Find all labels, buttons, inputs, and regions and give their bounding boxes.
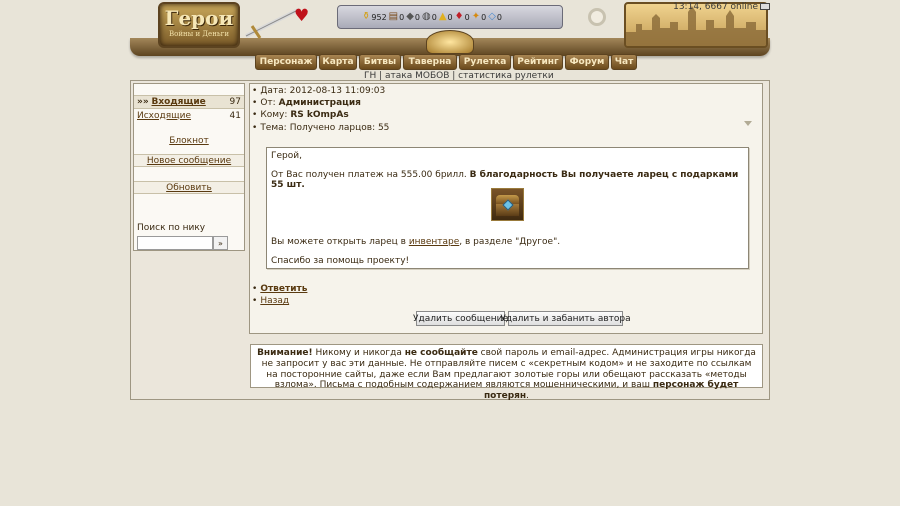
delete-and-ban-button[interactable]: Удалить и забанить автора [500, 311, 631, 326]
gift-chest-icon[interactable] [491, 188, 524, 221]
message-to: • Кому: RS kOmpAs [252, 110, 349, 120]
tab-tavern[interactable]: Таверна [403, 54, 457, 70]
message-line-payment: От Вас получен платеж на 555.00 брилл. В… [271, 170, 739, 190]
security-warning: Внимание! Никому и никогда не сообщайте … [250, 344, 763, 401]
diamond-icon: ◇ [488, 11, 496, 22]
message-from: • От: Администрация [252, 98, 361, 108]
message-greeting: Герой, [271, 151, 302, 161]
collapse-triangle-icon[interactable] [744, 121, 752, 126]
tab-forum[interactable]: Форум [565, 54, 609, 70]
mail-envelope-icon[interactable] [760, 3, 770, 10]
back-link[interactable]: Назад [260, 296, 289, 306]
logo-subtitle: Войны и Деньги [168, 30, 230, 38]
reply-link[interactable]: Ответить [260, 284, 307, 294]
outbox-count: 41 [229, 110, 241, 121]
clock-online-status: 13:14, 6667 online [673, 2, 770, 12]
inbox-count: 97 [229, 97, 241, 107]
message-date: • Дата: 2012-08-13 11:09:03 [252, 86, 386, 96]
new-message-link[interactable]: Новое сообщение [147, 156, 231, 166]
tab-rating[interactable]: Рейтинг [513, 54, 563, 70]
sidebar-item-refresh[interactable]: Обновить [134, 181, 244, 194]
tab-roulette[interactable]: Рулетка [459, 54, 511, 70]
tab-character[interactable]: Персонаж [255, 54, 317, 70]
sulfur-icon: ▲ [438, 11, 447, 22]
sidebar-item-inbox[interactable]: »» Входящие 97 [134, 96, 244, 109]
delete-message-button[interactable]: Удалить сообщение [413, 311, 508, 326]
tab-battles[interactable]: Битвы [359, 54, 401, 70]
resource-mercury: ◍ 0 [422, 11, 437, 22]
message-subject: • Тема: Получено ларцов: 55 [252, 123, 390, 133]
reply-action[interactable]: • Ответить [252, 284, 307, 294]
search-submit-button[interactable]: » [213, 236, 228, 250]
wood-icon: ▤ [388, 11, 399, 22]
resource-ore: ◆ 0 [406, 11, 421, 22]
back-action[interactable]: • Назад [252, 296, 289, 306]
resource-bar: ⚱ 952 ▤ 0 ◆ 0 ◍ 0 ▲ 0 ♦ 0 ✦ 0 ◇ 0 [337, 5, 563, 29]
mail-container: »» Входящие 97 Исходящие 41 Блокнот Ново… [130, 80, 770, 401]
logo-title: Герои [164, 6, 234, 30]
sidebar-item-outbox[interactable]: Исходящие 41 [134, 109, 244, 122]
message-line-inventory: Вы можете открыть ларец в инвентаре, в р… [271, 237, 561, 247]
gold-icon: ⚱ [362, 11, 371, 22]
health-heart-icon[interactable]: ♥ [294, 8, 309, 25]
resource-gold: ⚱ 952 [362, 11, 387, 22]
resource-crystal: ♦ 0 [454, 11, 470, 22]
resource-wood: ▤ 0 [388, 11, 405, 22]
message-body: Герой, От Вас получен платеж на 555.00 б… [266, 147, 749, 269]
notepad-link[interactable]: Блокнот [169, 136, 209, 146]
header-emblem [426, 30, 474, 54]
tab-chat[interactable]: Чат [611, 54, 637, 70]
mail-sidebar: »» Входящие 97 Исходящие 41 Блокнот Ново… [133, 83, 245, 251]
refresh-link[interactable]: Обновить [166, 183, 212, 193]
message-thanks: Спасибо за помощь проекту! [271, 256, 410, 266]
main-nav: Персонаж Карта Битвы Таверна Рулетка Рей… [255, 54, 637, 70]
resource-sulfur: ▲ 0 [438, 11, 453, 22]
tab-map[interactable]: Карта [319, 54, 357, 70]
resource-gems: ✦ 0 [471, 11, 487, 22]
ore-icon: ◆ [406, 11, 414, 22]
outbox-link[interactable]: Исходящие [137, 111, 191, 121]
sidebar-item-notepad[interactable]: Блокнот [134, 134, 244, 147]
inbox-link[interactable]: Входящие [152, 97, 206, 107]
game-logo[interactable]: Герои Войны и Деньги [158, 2, 240, 48]
gems-icon: ✦ [471, 11, 481, 22]
message-panel: • Дата: 2012-08-13 11:09:03 • От: Администра… [249, 83, 763, 334]
ring-icon[interactable] [588, 8, 606, 26]
nick-search-input[interactable] [137, 236, 213, 250]
inventory-link[interactable]: инвентаре [409, 237, 459, 247]
mercury-icon: ◍ [422, 11, 431, 22]
crystal-icon: ♦ [454, 11, 464, 22]
search-label: Поиск по нику [137, 223, 206, 233]
sidebar-item-new-message[interactable]: Новое сообщение [134, 154, 244, 167]
resource-diamond: ◇ 0 [488, 11, 502, 22]
sidebar-header [134, 84, 244, 96]
